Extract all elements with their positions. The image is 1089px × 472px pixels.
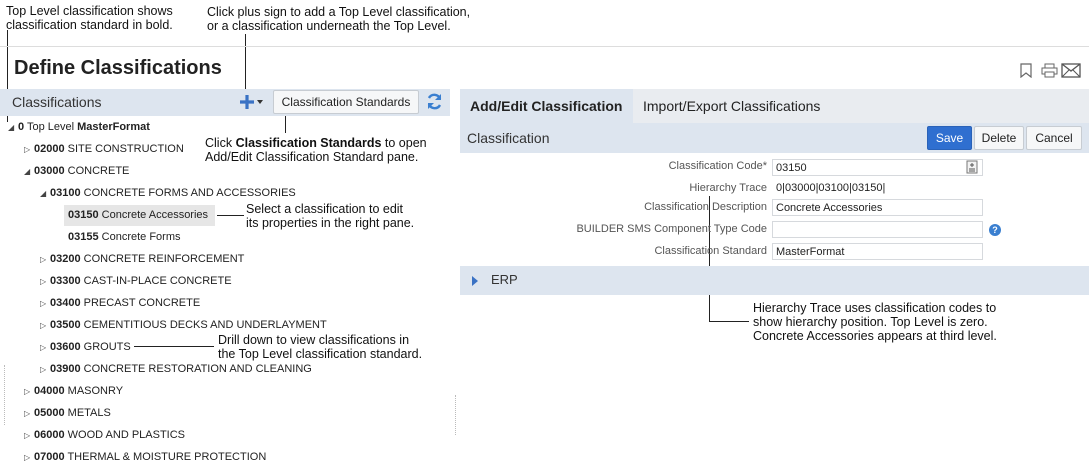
tree-item-code: 03000 [34, 165, 65, 177]
expand-caret-icon[interactable]: ▷ [24, 141, 34, 159]
expand-caret-icon[interactable]: ▷ [40, 317, 50, 335]
tree-item-name: CEMENTITIOUS DECKS AND UNDERLAYMENT [80, 319, 327, 331]
tree-item-03100[interactable]: ◢ 03100 CONCRETE FORMS AND ACCESSORIES [40, 184, 296, 202]
classification-standard-label: Classification Standard [654, 245, 767, 257]
email-icon[interactable] [1061, 63, 1081, 83]
tree-item-name: Concrete Accessories [98, 209, 209, 221]
tree-item-name: GROUTS [80, 341, 131, 353]
annotation-select: Select a classification to edit its prope… [246, 202, 415, 230]
tree-item-name: MASONRY [64, 385, 124, 397]
tree-item-prefix: Top Level [26, 121, 78, 133]
classification-standards-button[interactable]: Classification Standards [273, 90, 419, 114]
erp-section-bar[interactable] [460, 266, 1089, 295]
tree-item-04000[interactable]: ▷ 04000 MASONRY [24, 382, 123, 400]
hierarchy-trace-label: Hierarchy Trace [689, 182, 767, 194]
annotation-drill: Drill down to view classifications in the… [218, 333, 423, 361]
tree-item-05000[interactable]: ▷ 05000 METALS [24, 404, 111, 422]
page-title: Define Classifications [14, 57, 222, 79]
tree-item-code: 03300 [50, 275, 81, 287]
tree-item-code: 03400 [50, 297, 81, 309]
tree-item-03400[interactable]: ▷ 03400 PRECAST CONCRETE [40, 294, 200, 312]
tree-item-0[interactable]: ◢ 0 Top Level MasterFormat [8, 118, 150, 136]
tree-item-name: SITE CONSTRUCTION [64, 143, 184, 155]
classification-description-field[interactable]: Concrete Accessories [772, 199, 983, 216]
classification-code-field[interactable]: 03150 [772, 159, 983, 176]
print-icon[interactable] [1041, 63, 1058, 83]
tree-item-code: 06000 [34, 429, 65, 441]
tree-item-code: 02000 [34, 143, 65, 155]
expand-caret-icon[interactable]: ▷ [24, 427, 34, 445]
expand-arrow-icon[interactable] [471, 274, 479, 292]
annotation-plus: Click plus sign to add a Top Level class… [207, 5, 471, 33]
collapse-caret-icon[interactable]: ◢ [8, 119, 18, 137]
help-icon[interactable]: ? [989, 224, 1001, 236]
expand-caret-icon[interactable]: ▷ [40, 339, 50, 357]
tree-item-code: 03600 [50, 341, 81, 353]
tree-item-name: CONCRETE REINFORCEMENT [80, 253, 245, 265]
erp-section-title: ERP [491, 272, 518, 287]
tree-item-code: 03500 [50, 319, 81, 331]
tree-item-name: CONCRETE RESTORATION AND CLEANING [80, 363, 312, 375]
tree-item-code: 03100 [50, 187, 81, 199]
tree-item-07000[interactable]: ▷ 07000 THERMAL & MOISTURE PROTECTION [24, 448, 266, 466]
annotation-trace: Hierarchy Trace uses classification code… [753, 301, 997, 343]
classifications-title: Classifications [12, 94, 102, 110]
tree-item-03900[interactable]: ▷ 03900 CONCRETE RESTORATION AND CLEANING [40, 360, 312, 378]
refresh-icon[interactable] [425, 92, 444, 116]
lookup-icon[interactable] [966, 160, 978, 179]
classification-description-label: Classification Description [644, 201, 767, 213]
tree-item-03000[interactable]: ◢ 03000 CONCRETE [24, 162, 129, 180]
tree-item-code: 03200 [50, 253, 81, 265]
cancel-button[interactable]: Cancel [1026, 126, 1082, 150]
annotation-standards: Click Classification Standards to open A… [205, 136, 427, 164]
expand-caret-icon[interactable]: ▷ [40, 295, 50, 313]
delete-button[interactable]: Delete [974, 126, 1024, 150]
annotation-top-level: Top Level classification shows classifica… [6, 4, 173, 32]
tree-item-code: 04000 [34, 385, 65, 397]
tree-item-code: 07000 [34, 451, 65, 463]
tree-item-name: Concrete Forms [98, 231, 181, 243]
tree-item-03300[interactable]: ▷ 03300 CAST-IN-PLACE CONCRETE [40, 272, 232, 290]
tree-item-name: CONCRETE [64, 165, 130, 177]
tree-item-name: METALS [64, 407, 111, 419]
classification-code-label: Classification Code* [668, 160, 767, 172]
sms-component-type-field[interactable] [772, 221, 983, 238]
tree-item-code: 05000 [34, 407, 65, 419]
tree-item-02000[interactable]: ▷ 02000 SITE CONSTRUCTION [24, 140, 184, 158]
tree-item-name: THERMAL & MOISTURE PROTECTION [64, 451, 267, 463]
expand-caret-icon[interactable]: ▷ [24, 405, 34, 423]
tree-item-06000[interactable]: ▷ 06000 WOOD AND PLASTICS [24, 426, 185, 444]
bookmark-icon[interactable] [1020, 63, 1033, 83]
collapse-caret-icon[interactable]: ◢ [40, 185, 50, 203]
tree-item-code: 03155 [68, 231, 99, 243]
tree-item-03200[interactable]: ▷ 03200 CONCRETE REINFORCEMENT [40, 250, 244, 268]
tree-item-03600[interactable]: ▷ 03600 GROUTS [40, 338, 131, 356]
tree-item-name: WOOD AND PLASTICS [64, 429, 186, 441]
add-plus-icon[interactable] [238, 92, 266, 117]
tree-item-03500[interactable]: ▷ 03500 CEMENTITIOUS DECKS AND UNDERLAYME… [40, 316, 327, 334]
tree-item-03150[interactable]: 03150 Concrete Accessories [58, 206, 208, 224]
sms-component-type-label: BUILDER SMS Component Type Code [576, 223, 767, 235]
expand-caret-icon[interactable]: ▷ [24, 449, 34, 467]
tree-item-code: 03900 [50, 363, 81, 375]
classification-section-title: Classification [467, 130, 550, 146]
collapse-caret-icon[interactable]: ◢ [24, 163, 34, 181]
tab-add-edit-label[interactable]: Add/Edit Classification [470, 98, 622, 114]
expand-caret-icon[interactable]: ▷ [24, 383, 34, 401]
tree-item-name: CAST-IN-PLACE CONCRETE [80, 275, 232, 287]
tree-item-code: 03150 [68, 209, 99, 221]
tab-import-export-classifications[interactable]: Import/Export Classifications [643, 98, 820, 114]
hierarchy-trace-value: 0|03000|03100|03150| [776, 182, 886, 194]
save-button[interactable]: Save [927, 126, 972, 150]
classification-standard-field[interactable]: MasterFormat [772, 243, 983, 260]
expand-caret-icon[interactable]: ▷ [40, 361, 50, 379]
tree-item-name: MasterFormat [77, 121, 150, 133]
expand-caret-icon[interactable]: ▷ [40, 273, 50, 291]
tree-item-name: PRECAST CONCRETE [80, 297, 201, 309]
tree-item-name: CONCRETE FORMS AND ACCESSORIES [80, 187, 296, 199]
tree-item-03155[interactable]: 03155 Concrete Forms [58, 228, 181, 246]
expand-caret-icon[interactable]: ▷ [40, 251, 50, 269]
